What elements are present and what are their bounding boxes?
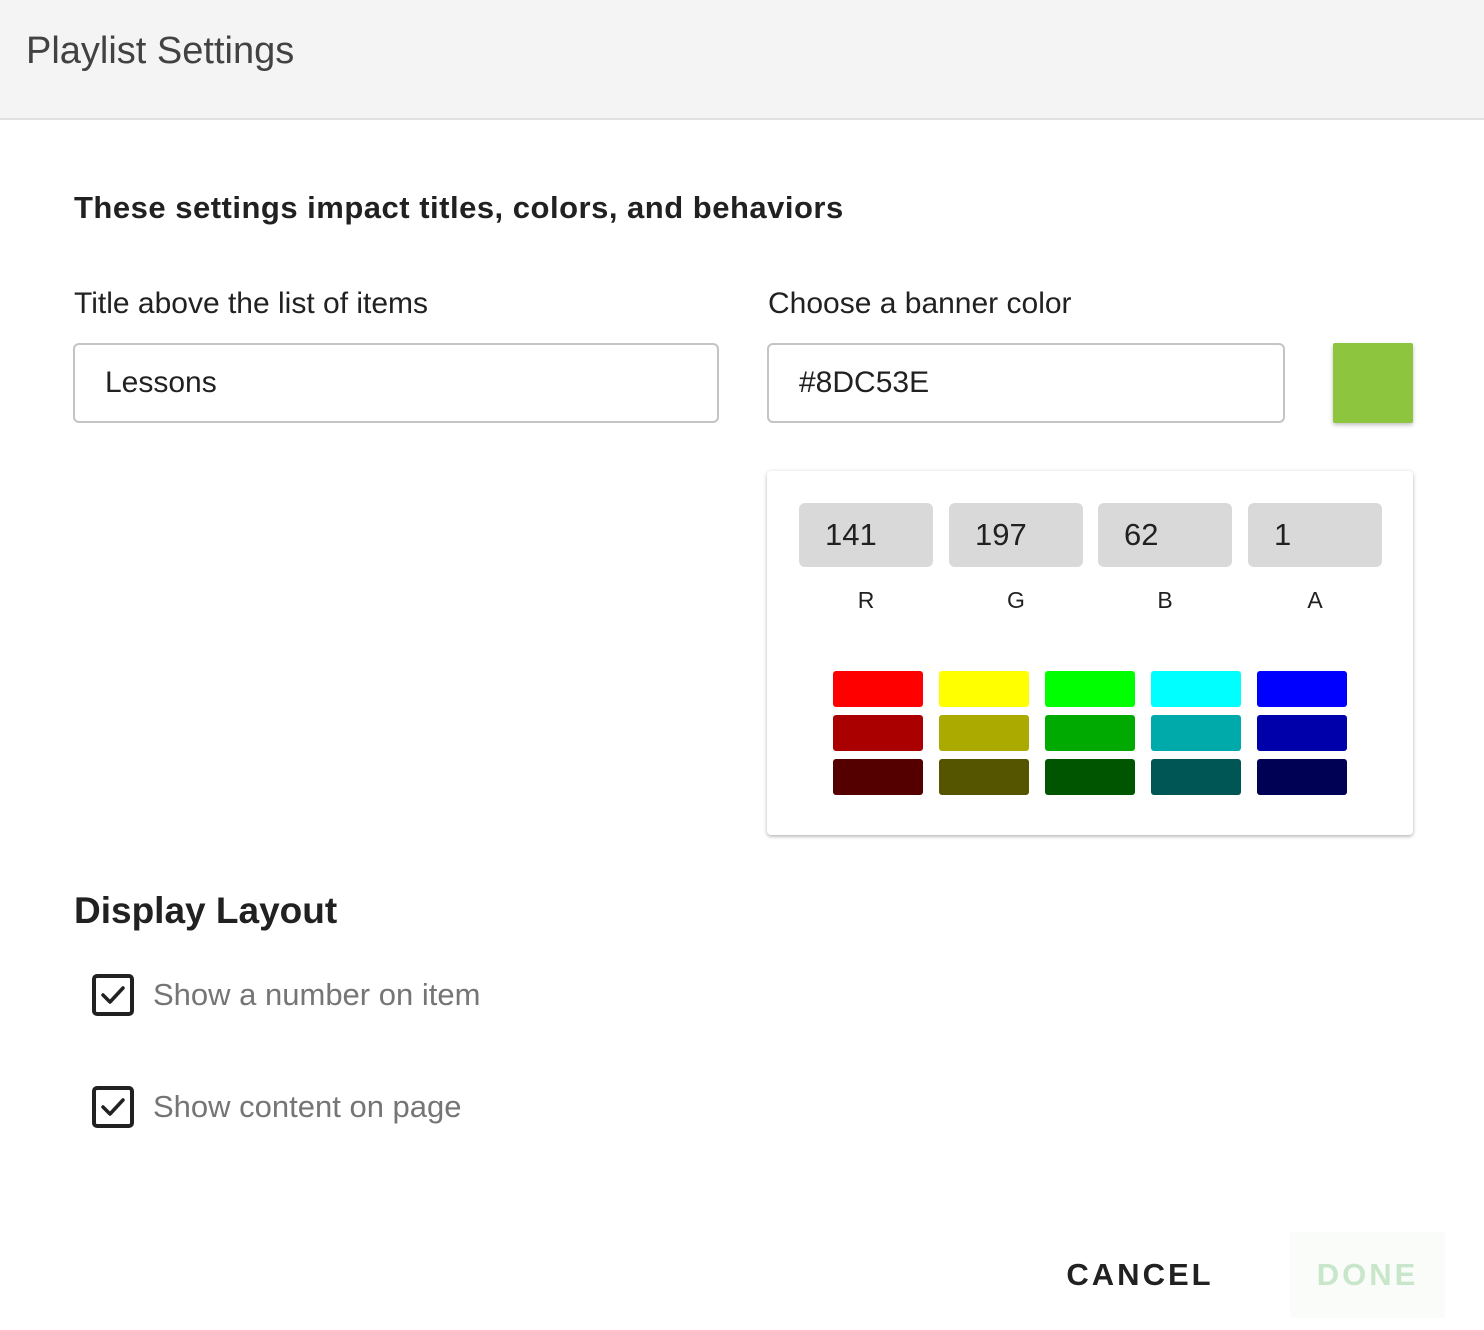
cancel-button[interactable]: CANCEL [1050,1232,1230,1318]
color-field-label: Choose a banner color [768,287,1072,320]
show-number-checkbox[interactable] [92,974,134,1016]
palette-swatch[interactable] [1257,715,1347,751]
blue-channel-input[interactable]: 62 [1098,503,1232,567]
display-layout-heading: Display Layout [74,890,338,931]
palette-swatch[interactable] [833,759,923,795]
palette-swatch[interactable] [1045,715,1135,751]
blue-channel-label: B [1157,587,1173,613]
color-hex-input[interactable]: #8DC53E [767,343,1285,423]
alpha-channel-label: A [1307,587,1323,613]
red-channel-input[interactable]: 141 [799,503,933,567]
palette-swatch[interactable] [939,715,1029,751]
show-content-checkbox[interactable] [92,1086,134,1128]
palette-swatch[interactable] [1045,671,1135,707]
show-content-label[interactable]: Show content on page [153,1089,462,1125]
palette-swatch[interactable] [1151,759,1241,795]
dialog-title: Playlist Settings [26,30,295,72]
palette-swatch[interactable] [1257,759,1347,795]
green-channel-label: G [1007,587,1025,613]
color-preview-swatch[interactable] [1333,343,1413,423]
green-channel-input[interactable]: 197 [949,503,1083,567]
palette-swatch[interactable] [833,715,923,751]
checkmark-icon [101,986,125,1004]
alpha-channel-input[interactable]: 1 [1248,503,1382,567]
title-field-label: Title above the list of items [74,287,429,320]
palette-swatch[interactable] [833,671,923,707]
color-picker-panel: 141 197 62 1 R G B A [767,471,1413,835]
show-number-label[interactable]: Show a number on item [153,977,480,1013]
intro-text: These settings impact titles, colors, an… [74,190,844,225]
done-button[interactable]: DONE [1290,1232,1445,1318]
palette-swatch[interactable] [1151,671,1241,707]
dialog-header: Playlist Settings [0,0,1484,120]
playlist-settings-dialog: Playlist Settings These settings impact … [0,0,1484,1330]
palette-swatch[interactable] [939,759,1029,795]
palette-swatch[interactable] [1045,759,1135,795]
title-input[interactable]: Lessons [73,343,719,423]
palette-swatch[interactable] [939,671,1029,707]
palette-swatch[interactable] [1257,671,1347,707]
red-channel-label: R [857,587,875,613]
palette-swatch[interactable] [1151,715,1241,751]
checkmark-icon [101,1098,125,1116]
